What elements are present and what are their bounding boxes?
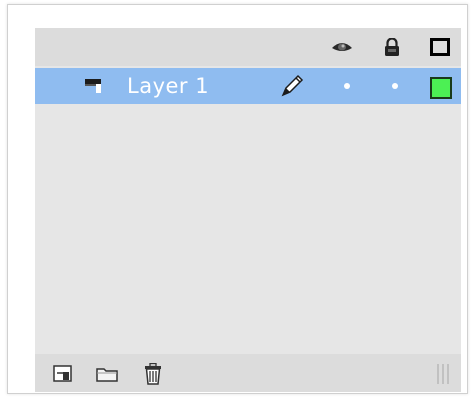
layer-row[interactable]: Layer 1 bbox=[35, 68, 461, 104]
layers-panel: Layer 1 bbox=[35, 28, 461, 392]
outline-icon[interactable] bbox=[429, 38, 451, 56]
outline-color-swatch[interactable] bbox=[430, 77, 452, 99]
layers-header bbox=[35, 28, 461, 66]
lock-icon[interactable] bbox=[381, 38, 403, 56]
pencil-icon[interactable] bbox=[279, 74, 305, 98]
new-layer-icon[interactable] bbox=[51, 363, 75, 385]
lock-dot[interactable] bbox=[392, 83, 398, 89]
layer-name[interactable]: Layer 1 bbox=[127, 72, 209, 100]
trash-icon[interactable] bbox=[141, 363, 165, 385]
eye-icon[interactable] bbox=[331, 38, 353, 56]
visibility-dot[interactable] bbox=[344, 83, 350, 89]
new-folder-icon[interactable] bbox=[95, 363, 119, 385]
layer-icon bbox=[85, 78, 105, 94]
layers-footer bbox=[35, 354, 461, 392]
resize-grip-icon[interactable] bbox=[435, 362, 451, 386]
